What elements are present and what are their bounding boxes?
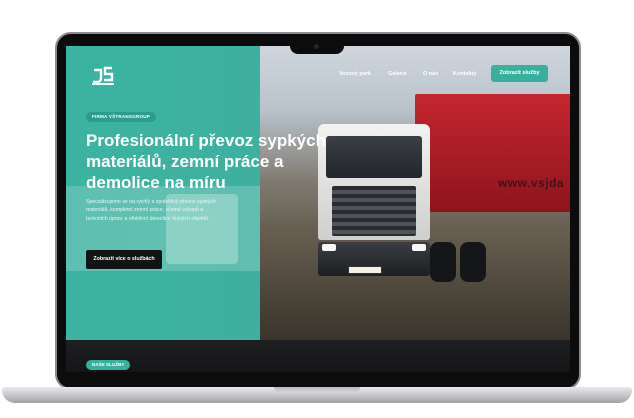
nav-link-galerie[interactable]: Galerie xyxy=(388,71,407,77)
photo-trailer-text: www.vsjda xyxy=(498,176,565,190)
more-services-button[interactable]: Zobrazit více o službách xyxy=(86,250,162,269)
photo-grille xyxy=(332,186,416,236)
company-badge: FIRMA VŠTRANSGROUP xyxy=(86,112,157,122)
services-section xyxy=(66,340,570,372)
js-truck-logo-icon[interactable] xyxy=(90,64,116,86)
nav-link-o-nas[interactable]: O nás xyxy=(423,71,438,77)
nav-link-vozovy-park[interactable]: Vozový park xyxy=(339,71,371,77)
photo-headlight xyxy=(322,244,336,251)
hero-title: Profesionální převoz sypkých materiálů, … xyxy=(86,131,326,192)
show-services-button[interactable]: Zobrazit služby xyxy=(491,65,548,82)
photo-windshield xyxy=(326,136,422,178)
photo-license-plate xyxy=(348,266,382,274)
services-badge: NAŠE SLUŽBY xyxy=(86,360,131,370)
photo-trailer xyxy=(415,94,570,212)
camera-icon xyxy=(314,44,319,49)
photo-wheel xyxy=(460,242,486,282)
photo-headlight xyxy=(412,244,426,251)
website-screen: www.vsjda Vozový park Galerie O nás Kont… xyxy=(66,46,570,372)
hero-description: Specializujeme se na rychlý a spolehlivý… xyxy=(86,199,216,222)
laptop-base-notch xyxy=(274,387,360,393)
hero-truck-photo: www.vsjda xyxy=(260,46,570,340)
photo-wheel xyxy=(430,242,456,282)
nav-link-kontakty[interactable]: Kontakty xyxy=(453,71,477,77)
hero-panel xyxy=(66,46,260,340)
